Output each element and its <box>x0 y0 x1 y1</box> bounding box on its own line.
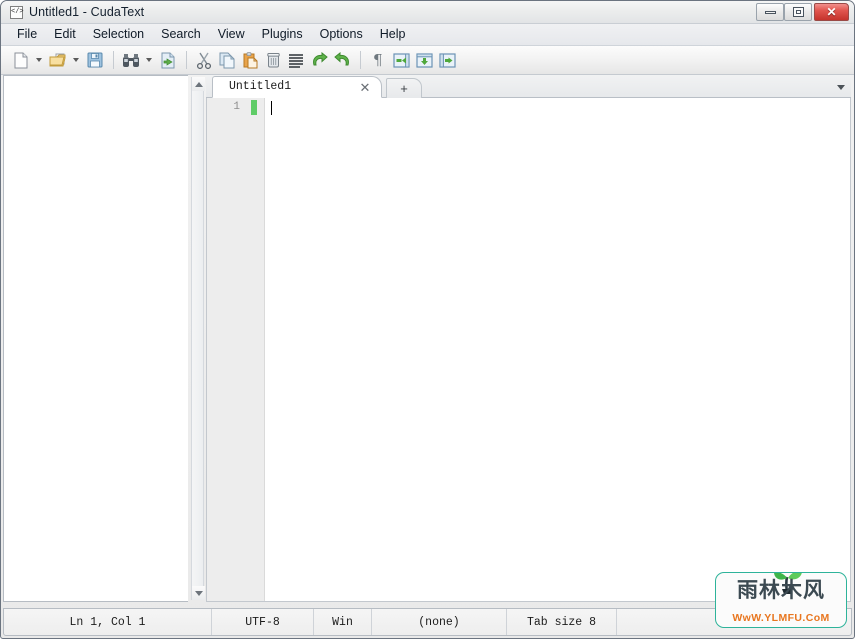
new-tab-button[interactable]: + <box>386 78 422 98</box>
menu-options[interactable]: Options <box>312 25 371 44</box>
menu-edit[interactable]: Edit <box>46 25 84 44</box>
new-file-icon[interactable] <box>10 49 32 71</box>
open-file-icon[interactable] <box>47 49 69 71</box>
toolbar: ¶ <box>1 46 854 75</box>
side-panel-scrollbar[interactable] <box>191 77 205 600</box>
status-caret-position[interactable]: Ln 1, Col 1 <box>4 609 212 635</box>
undo-icon[interactable] <box>308 49 330 71</box>
line-number: 1 <box>233 101 240 113</box>
watermark-url: WwW.YLMFU.CoM <box>732 612 830 624</box>
toggle-comment-icon[interactable] <box>413 49 435 71</box>
select-all-icon[interactable] <box>285 49 307 71</box>
editor-gutter: 1 <box>207 98 265 601</box>
menu-selection[interactable]: Selection <box>85 25 152 44</box>
tab-bar: Untitled1 ✕ + <box>206 75 851 98</box>
menu-help[interactable]: Help <box>372 25 414 44</box>
paste-icon[interactable] <box>239 49 261 71</box>
side-panel[interactable] <box>3 75 188 602</box>
close-icon[interactable]: ✕ <box>358 80 372 94</box>
status-encoding[interactable]: UTF-8 <box>212 609 314 635</box>
save-file-icon[interactable] <box>84 49 106 71</box>
redo-icon[interactable] <box>331 49 353 71</box>
minimize-button[interactable] <box>756 3 784 21</box>
watermark-logo: 雨林木风 WwW.YLMFU.CoM <box>715 572 847 628</box>
close-button[interactable]: ✕ <box>814 3 849 21</box>
find-icon[interactable] <box>120 49 142 71</box>
menu-file[interactable]: File <box>9 25 45 44</box>
menu-plugins[interactable]: Plugins <box>254 25 311 44</box>
line-modified-marker <box>251 100 257 115</box>
maximize-icon <box>785 4 811 20</box>
delete-icon[interactable] <box>262 49 284 71</box>
maximize-button[interactable] <box>784 3 812 21</box>
scroll-down-arrow-icon[interactable] <box>192 586 205 600</box>
minimize-icon <box>757 4 783 20</box>
open-file-dropdown[interactable] <box>70 49 81 71</box>
title-bar: </> Untitled1 - CudaText ✕ <box>1 1 854 24</box>
editor-area[interactable]: 1 <box>206 98 851 602</box>
watermark-characters: 雨林木风 <box>737 578 825 602</box>
unindent-icon[interactable] <box>390 49 412 71</box>
tab-untitled1[interactable]: Untitled1 ✕ <box>212 76 382 98</box>
close-icon: ✕ <box>826 5 837 19</box>
toolbar-separator <box>186 51 187 69</box>
status-line-ends[interactable]: Win <box>314 609 372 635</box>
status-tab-size[interactable]: Tab size 8 <box>507 609 617 635</box>
copy-icon[interactable] <box>216 49 238 71</box>
window-title: Untitled1 - CudaText <box>29 5 145 19</box>
svg-text:¶: ¶ <box>373 52 383 68</box>
toolbar-separator <box>113 51 114 69</box>
goto-icon[interactable] <box>157 49 179 71</box>
menu-bar: File Edit Selection Search View Plugins … <box>1 24 854 46</box>
menu-search[interactable]: Search <box>153 25 209 44</box>
cut-icon[interactable] <box>193 49 215 71</box>
scroll-up-arrow-icon[interactable] <box>192 77 205 91</box>
indent-icon[interactable] <box>436 49 458 71</box>
cudatext-window: </> Untitled1 - CudaText ✕ File Edit Sel… <box>0 0 855 639</box>
text-caret <box>271 101 272 115</box>
toolbar-separator <box>360 51 361 69</box>
code-brackets-icon: </> <box>10 6 24 19</box>
find-dropdown[interactable] <box>143 49 154 71</box>
show-whitespace-icon[interactable]: ¶ <box>367 49 389 71</box>
status-lexer[interactable]: (none) <box>372 609 507 635</box>
new-file-dropdown[interactable] <box>33 49 44 71</box>
menu-view[interactable]: View <box>210 25 253 44</box>
editor-text-surface[interactable] <box>266 98 850 601</box>
tab-label: Untitled1 <box>229 80 292 93</box>
chevron-down-icon[interactable] <box>834 81 847 93</box>
